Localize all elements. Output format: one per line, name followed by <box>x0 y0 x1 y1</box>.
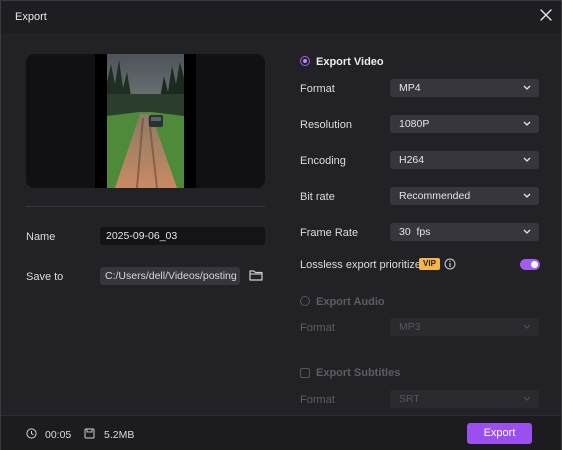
format-label: Format <box>300 83 335 95</box>
format-value: MP4 <box>399 82 421 94</box>
bitrate-label: Bit rate <box>300 191 335 203</box>
chevron-down-icon <box>523 396 531 402</box>
title-bar: Export <box>1 1 561 33</box>
resolution-value: 1080P <box>399 118 430 130</box>
lossless-toggle[interactable] <box>520 259 540 270</box>
video-thumbnail <box>107 54 184 188</box>
footer-bar: 00:05 5.2MB Export <box>1 415 561 450</box>
export-dialog: Export Name 2025-09-06_03 Save to C:/Use… <box>0 0 562 450</box>
audio-format-value: MP3 <box>399 321 421 333</box>
export-audio-heading: Export Audio <box>316 296 385 308</box>
folder-icon[interactable] <box>249 269 263 281</box>
save-path-field[interactable]: C:/Users/dell/Videos/posting <box>100 267 240 285</box>
chevron-down-icon <box>523 229 531 235</box>
clock-icon <box>26 428 37 439</box>
chevron-down-icon <box>523 324 531 330</box>
resolution-select[interactable]: 1080P <box>390 115 539 133</box>
close-icon[interactable] <box>539 8 553 22</box>
audio-format-select: MP3 <box>390 318 539 336</box>
subtitles-format-value: SRT <box>399 393 420 405</box>
export-audio-radio[interactable] <box>300 296 310 306</box>
file-size-text: 5.2MB <box>104 429 135 441</box>
duration-text: 00:05 <box>45 429 72 441</box>
video-frame <box>95 54 196 188</box>
chevron-down-icon <box>523 157 531 163</box>
frame-rate-label: Frame Rate <box>300 227 359 239</box>
chevron-down-icon <box>523 121 531 127</box>
subtitles-format-label: Format <box>300 394 335 406</box>
dialog-title: Export <box>15 11 47 23</box>
lossless-label: Lossless export prioritized <box>300 259 428 271</box>
export-subtitles-checkbox[interactable] <box>300 368 310 378</box>
vip-badge: VIP <box>419 258 440 270</box>
save-to-label: Save to <box>26 271 64 283</box>
subtitles-format-select: SRT <box>390 390 539 408</box>
encoding-select[interactable]: H264 <box>390 151 539 169</box>
resolution-label: Resolution <box>300 119 352 131</box>
frame-rate-value: 30 fps <box>399 226 431 238</box>
export-video-radio[interactable] <box>300 56 310 66</box>
info-icon[interactable] <box>444 258 456 270</box>
encoding-value: H264 <box>399 154 425 166</box>
format-select[interactable]: MP4 <box>390 79 539 97</box>
export-subtitles-heading: Export Subtitles <box>316 367 401 379</box>
chevron-down-icon <box>523 85 531 91</box>
export-video-heading: Export Video <box>316 56 384 68</box>
video-preview <box>26 54 265 188</box>
name-input[interactable]: 2025-09-06_03 <box>100 227 265 245</box>
bitrate-value: Recommended <box>399 190 471 202</box>
name-label: Name <box>26 231 56 243</box>
divider <box>26 206 265 207</box>
file-size-icon <box>84 428 95 439</box>
export-button[interactable]: Export <box>467 423 532 444</box>
bitrate-select[interactable]: Recommended <box>390 187 539 205</box>
encoding-label: Encoding <box>300 155 346 167</box>
chevron-down-icon <box>523 193 531 199</box>
audio-format-label: Format <box>300 322 335 334</box>
frame-rate-select[interactable]: 30 fps <box>390 223 539 241</box>
